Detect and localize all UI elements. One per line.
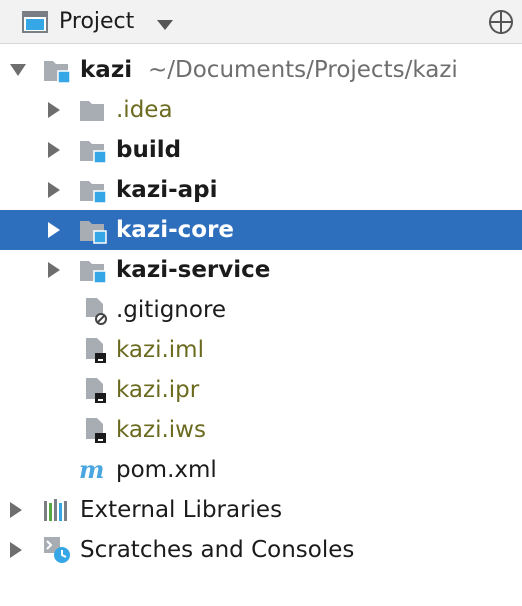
svg-text:m: m xyxy=(79,455,104,484)
tree-item-build[interactable]: build xyxy=(0,130,522,170)
tree-item-external-libraries[interactable]: External Libraries xyxy=(0,490,522,530)
maven-icon: m xyxy=(78,455,108,485)
tree-item-label: build xyxy=(116,137,182,163)
tree-item-kazi-core[interactable]: kazi-core xyxy=(0,210,522,250)
tree-item-label: kazi.iml xyxy=(116,337,204,363)
header-title[interactable]: Project xyxy=(59,6,134,38)
file-icon xyxy=(80,375,110,405)
tree-item-gitignore[interactable]: .gitignore xyxy=(0,290,522,330)
tree-root-kazi[interactable]: kazi ~/Documents/Projects/kazi xyxy=(0,50,522,90)
module-folder-icon xyxy=(78,175,108,205)
libraries-icon xyxy=(42,495,72,525)
tree-item-label: pom.xml xyxy=(116,457,217,483)
module-folder-icon xyxy=(78,215,108,245)
tree-item-label: .gitignore xyxy=(116,297,227,323)
collapse-arrow-icon[interactable] xyxy=(44,100,64,120)
folder-icon xyxy=(78,95,108,125)
tree-item-label: kazi.ipr xyxy=(116,377,200,403)
collapse-arrow-icon[interactable] xyxy=(44,260,64,280)
tree-item-kazi-ipr[interactable]: kazi.ipr xyxy=(0,370,522,410)
tree-item-label: kazi.iws xyxy=(116,417,206,443)
tree-item-label: External Libraries xyxy=(80,497,283,523)
tree-item-kazi-service[interactable]: kazi-service xyxy=(0,250,522,290)
module-folder-icon xyxy=(42,55,72,85)
tree-item-label: Scratches and Consoles xyxy=(80,537,355,563)
collapse-arrow-icon[interactable] xyxy=(44,180,64,200)
tree-item-kazi-api[interactable]: kazi-api xyxy=(0,170,522,210)
tree-item-pom-xml[interactable]: m pom.xml xyxy=(0,450,522,490)
project-tool-window-header: Project xyxy=(0,0,522,44)
tree-root-name: kazi xyxy=(80,57,133,83)
collapse-arrow-icon[interactable] xyxy=(6,540,26,560)
tree-item-kazi-iws[interactable]: kazi.iws xyxy=(0,410,522,450)
collapse-arrow-icon[interactable] xyxy=(44,220,64,240)
file-icon xyxy=(80,415,110,445)
chevron-down-icon[interactable] xyxy=(156,16,174,30)
tree-item-idea[interactable]: .idea xyxy=(0,90,522,130)
tree-item-label: kazi-api xyxy=(116,177,218,203)
collapse-arrow-icon[interactable] xyxy=(6,500,26,520)
ignored-file-icon xyxy=(80,295,110,325)
file-icon xyxy=(80,335,110,365)
module-folder-icon xyxy=(78,255,108,285)
collapse-arrow-icon[interactable] xyxy=(44,140,64,160)
tree-item-scratches[interactable]: Scratches and Consoles xyxy=(0,530,522,570)
tree-root-path: ~/Documents/Projects/kazi xyxy=(148,57,458,83)
module-folder-icon xyxy=(78,135,108,165)
expand-arrow-icon[interactable] xyxy=(8,60,28,80)
crosshair-icon[interactable] xyxy=(487,8,515,36)
tree-item-label: .idea xyxy=(116,97,173,123)
tree-item-label: kazi-core xyxy=(116,217,235,243)
scratches-icon xyxy=(42,535,72,565)
project-window-icon xyxy=(22,11,48,33)
tree-item-kazi-iml[interactable]: kazi.iml xyxy=(0,330,522,370)
tree-item-label: kazi-service xyxy=(116,257,271,283)
